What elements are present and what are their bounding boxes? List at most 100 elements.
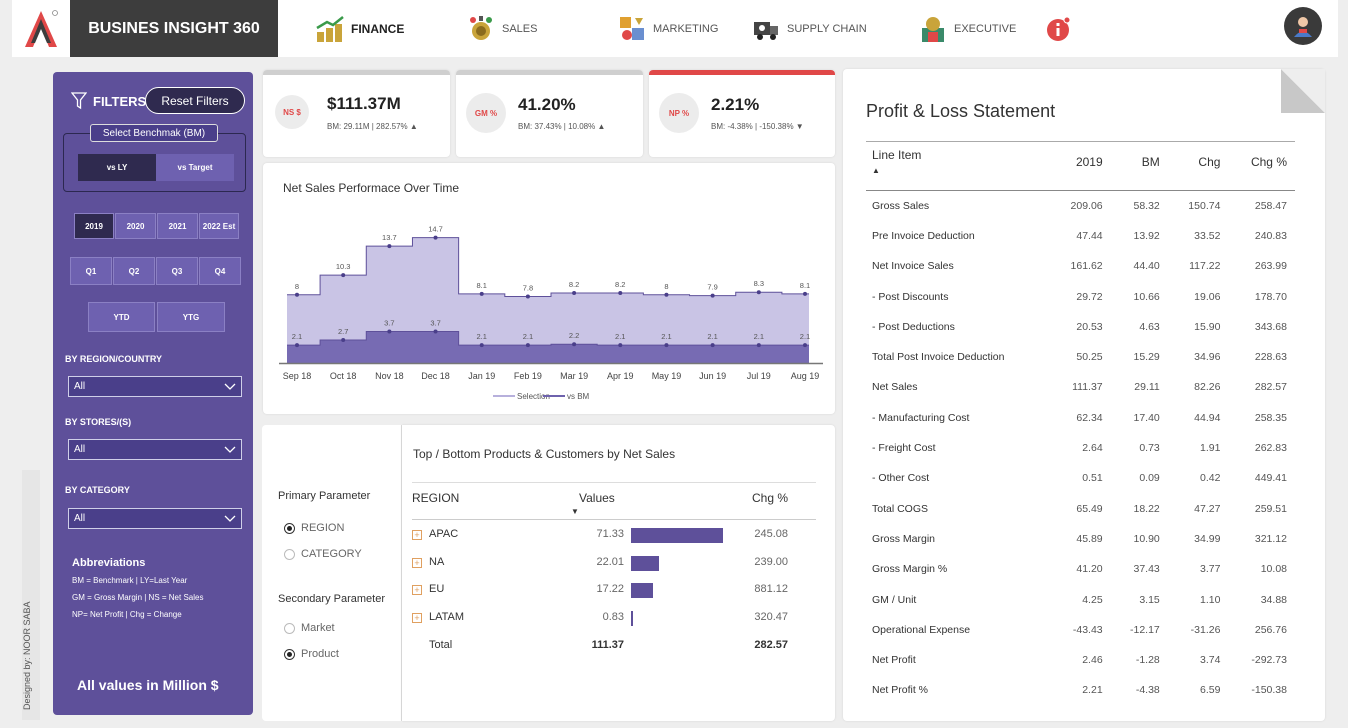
year-2020-button[interactable]: 2020 [115,213,156,239]
pl-row[interactable]: Gross Sales 209.06 58.32 150.74 258.47 [866,191,1295,221]
pl-row[interactable]: Gross Margin % 41.20 37.43 3.77 10.08 [866,554,1295,584]
category-dropdown[interactable]: All [68,508,242,529]
pl-row[interactable]: Net Sales 111.37 29.11 82.26 282.57 [866,372,1295,402]
pl-row[interactable]: - Post Deductions 20.53 4.63 15.90 343.68 [866,312,1295,342]
pl-cell: 282.57 [1254,381,1287,394]
tab-supply-chain[interactable]: SUPPLY CHAIN [751,0,867,57]
pl-cell: 0.73 [1139,442,1160,455]
quarter-q1-button[interactable]: Q1 [70,257,112,285]
quarter-q4-button[interactable]: Q4 [199,257,241,285]
pl-row[interactable]: - Manufacturing Cost 62.34 17.40 44.94 258.3… [866,403,1295,433]
region-dropdown[interactable]: All [68,376,242,397]
pl-row[interactable]: Operational Expense -43.43 -12.17 -31.26 256… [866,615,1295,645]
net-sales-area-chart[interactable]: 8 10.3 13.7 14.7 8.1 7.8 8.2 8.2 8 7.9 8.3 8.1 2.1 2.… [263,163,835,414]
data-label: 2.7 [338,327,348,336]
pl-row[interactable]: GM / Unit 4.25 3.15 1.10 34.88 [866,584,1295,614]
bm-option-vs-ly[interactable]: vs LY [78,154,156,181]
pl-row[interactable]: Pre Invoice Deduction 47.44 13.92 33.52 240.… [866,221,1295,251]
expand-plus-icon[interactable]: + [412,585,422,595]
data-label: 8 [664,282,668,291]
pl-cell: 19.06 [1194,290,1221,303]
pl-cell: 2.46 [1082,654,1103,667]
pl-row[interactable]: - Post Discounts 29.72 10.66 19.06 178.70 [866,281,1295,311]
column-header-chg[interactable]: Chg % [752,491,788,505]
tab-marketing[interactable]: MARKETING [617,0,718,57]
pl-row[interactable]: Gross Margin 45.89 10.90 34.99 321.12 [866,524,1295,554]
data-point [525,343,530,348]
data-label: 2.1 [754,332,764,341]
x-tick-label: Jul 19 [747,371,771,381]
year-2019-button[interactable]: 2019 [74,213,114,239]
expand-plus-icon[interactable]: + [412,530,422,540]
year-2022-est-button[interactable]: 2022 Est [199,213,239,239]
pl-col-2019[interactable]: 2019 [1050,141,1111,191]
column-header-region[interactable]: REGION [412,491,459,505]
tab-sales[interactable]: SALES [466,0,537,57]
pl-table: Line Item ▲ 2019 BM Chg Chg % Gross Sales… [866,141,1295,706]
ytd-button[interactable]: YTD [88,302,155,332]
quarter-q2-button[interactable]: Q2 [113,257,155,285]
radio-label: Product [301,648,339,660]
pl-cell: 209.06 [1070,199,1103,212]
pl-cell: -150.38 [1251,684,1287,697]
pl-col-bm[interactable]: BM [1110,141,1168,191]
quarter-q3-button[interactable]: Q3 [156,257,198,285]
pl-line-item: - Other Cost [872,472,930,485]
row-chg: 239.00 [754,555,788,568]
pl-row[interactable]: Net Invoice Sales 161.62 44.40 117.22 263.99 [866,251,1295,281]
radio-category[interactable]: CATEGORY [284,548,362,560]
data-label: 3.7 [430,318,440,327]
tab-finance[interactable]: FINANCE [278,0,428,57]
data-label: 2.1 [661,332,671,341]
pl-col-line-item[interactable]: Line Item ▲ [866,141,1050,191]
data-point [710,343,715,348]
pl-row[interactable]: Net Profit % 2.21 -4.38 6.59 -150.38 [866,675,1295,705]
top-bottom-row[interactable]: + LATAM 0.83 320.47 [412,610,816,631]
kpi-card-gross-margin[interactable]: GM % 41.20% BM: 37.43% | 10.08% ▲ [456,70,643,157]
pl-col-chg-pct[interactable]: Chg % [1228,141,1295,191]
expand-plus-icon[interactable]: + [412,612,422,623]
row-chg: 245.08 [754,528,788,540]
pl-line-item: Gross Margin [872,532,936,545]
data-point [341,337,346,342]
kpi-card-net-sales[interactable]: NS $ $111.37M BM: 29.11M | 282.57% ▲ [263,70,450,157]
data-point [295,343,299,348]
app-logo[interactable] [12,0,70,57]
pl-cell: 259.51 [1254,502,1287,515]
row-chg: 320.47 [754,610,788,623]
top-bottom-row[interactable]: + APAC 71.33 245.08 [412,528,816,548]
pl-cell: 62.34 [1076,411,1103,424]
pl-row[interactable]: Total Post Invoice Deduction 50.25 15.29 34… [866,342,1295,372]
top-bottom-row[interactable]: + EU 17.22 881.12 [412,583,816,603]
x-tick-label: Jan 19 [468,371,495,381]
pl-cell: 2.64 [1082,442,1103,455]
tab-executive[interactable]: EXECUTIVE [918,0,1016,57]
pl-col-chg[interactable]: Chg [1167,141,1229,191]
year-2021-button[interactable]: 2021 [157,213,198,239]
info-button[interactable] [1044,0,1074,57]
kpi-card-net-profit[interactable]: NP % 2.21% BM: -4.38% | -150.38% ▼ [649,70,835,157]
ytg-button[interactable]: YTG [157,302,225,332]
reset-filters-button[interactable]: Reset Filters [145,87,245,114]
data-label: 8.2 [615,280,625,289]
column-header-values[interactable]: Values [579,491,615,505]
bm-option-vs-target[interactable]: vs Target [156,154,234,181]
row-name: LATAM [429,610,465,623]
top-bottom-row[interactable]: + NA 22.01 239.00 [412,555,816,576]
expand-plus-icon[interactable]: + [412,557,422,568]
region-filter-label: BY REGION/COUNTRY [65,354,163,364]
pl-row[interactable]: Total COGS 65.49 18.22 47.27 259.51 [866,493,1295,523]
pl-row[interactable]: - Other Cost 0.51 0.09 0.42 449.41 [866,463,1295,493]
pl-cell: 2.21 [1082,684,1103,697]
stores-dropdown[interactable]: All [68,439,242,460]
pl-cell: 65.49 [1076,502,1103,515]
radio-product[interactable]: Product [284,648,339,660]
pl-row[interactable]: - Freight Cost 2.64 0.73 1.91 262.83 [866,433,1295,463]
radio-region[interactable]: REGION [284,522,344,534]
pl-cell: 10.08 [1260,563,1287,576]
radio-market[interactable]: Market [284,622,335,634]
kpi-subtext: BM: -4.38% | -150.38% ▼ [711,122,804,131]
user-avatar[interactable] [1284,7,1322,45]
pl-row[interactable]: Net Profit 2.46 -1.28 3.74 -292.73 [866,645,1295,675]
kpi-accent-bar [649,70,835,75]
